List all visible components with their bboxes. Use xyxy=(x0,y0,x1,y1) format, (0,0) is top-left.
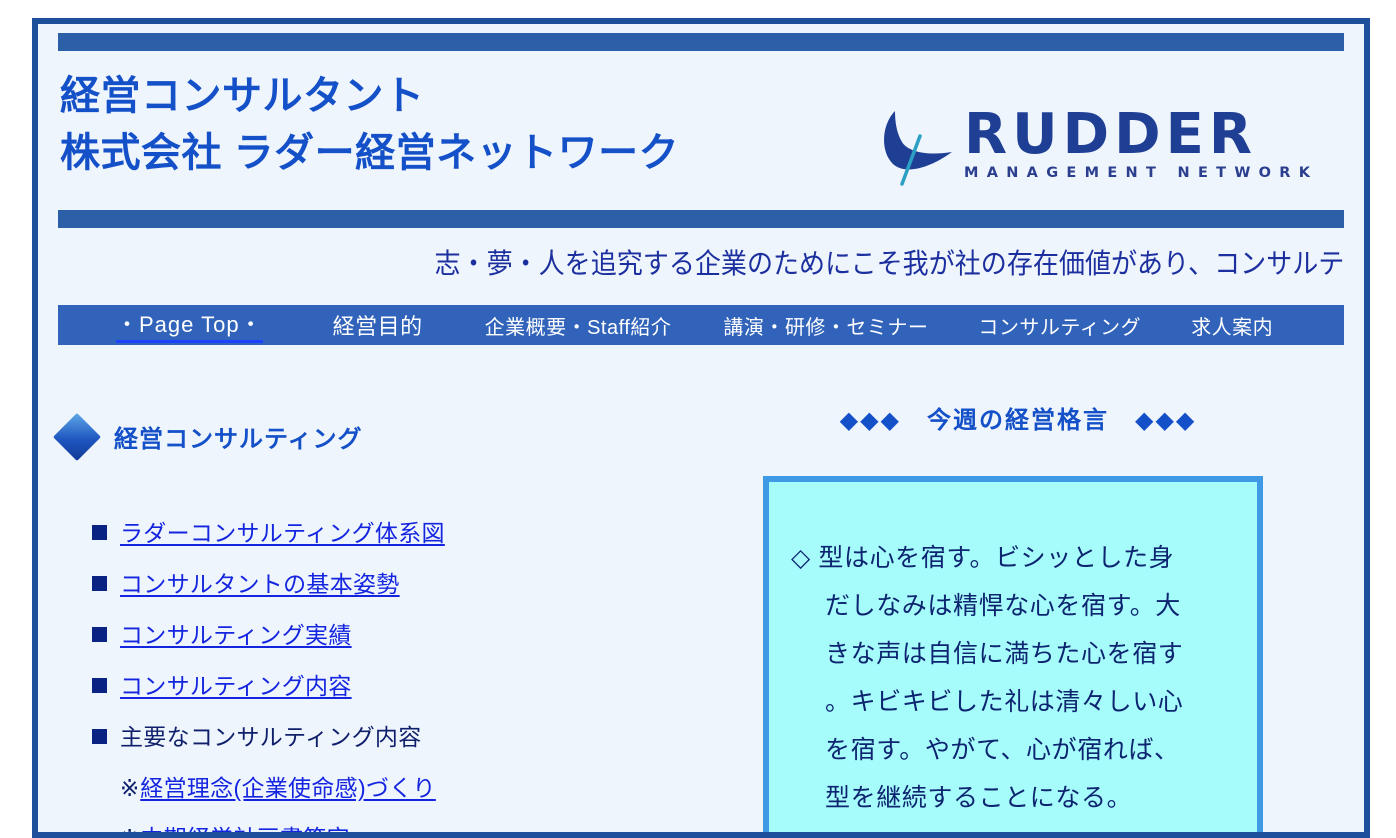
link-consulting-achievements[interactable]: コンサルティング実績 xyxy=(120,616,352,650)
nav-item-recruit[interactable]: 求人案内 xyxy=(1191,311,1273,340)
quote-line: だしなみは精悍な心を宿す。大 xyxy=(825,592,1181,620)
section-heading: 経営コンサルティング xyxy=(52,412,363,461)
logo-text-group: RUDDER MANAGEMENT NETWORK xyxy=(964,106,1348,181)
nav-item-seminar[interactable]: 講演・研修・セミナー xyxy=(723,311,928,340)
nav-item-company-profile[interactable]: 企業概要・Staff紹介 xyxy=(485,311,672,340)
rudder-sail-icon xyxy=(884,111,952,186)
text-main-consulting-content: 主要なコンサルティング内容 xyxy=(120,724,422,750)
quote-line: ◇ 型は心を宿す。ビシッとした身 xyxy=(791,544,1175,572)
decorative-bar-top xyxy=(58,33,1344,51)
reference-mark-icon: ※ xyxy=(120,825,140,838)
diamond-icon xyxy=(52,412,102,461)
logo-wordmark: RUDDER xyxy=(964,102,1257,167)
reference-mark-icon: ※ xyxy=(120,775,140,801)
list-item[interactable]: コンサルタントの基本姿勢 xyxy=(92,565,445,599)
main-navigation: ・Page Top・ 経営目的 企業概要・Staff紹介 講演・研修・セミナー … xyxy=(58,305,1344,345)
quote-line: きな声は自信に満ちた心を宿す xyxy=(825,640,1184,668)
link-midterm-plan[interactable]: 中期経営計画書策定 xyxy=(140,819,350,832)
square-bullet-icon xyxy=(92,525,107,540)
list-item[interactable]: コンサルティング内容 xyxy=(92,667,445,701)
list-item-sub[interactable]: ※ 中期経営計画書策定 xyxy=(120,819,445,838)
quote-line: 。キビキビした礼は清々しい心 xyxy=(825,688,1184,716)
quote-line: 型を継続することになる。 xyxy=(825,784,1133,812)
quote-line: を宿す。やがて、心が宿れば、 xyxy=(825,736,1180,764)
page-title-line-1: 経営コンサルタント xyxy=(60,74,425,118)
tagline-strip: 志・夢・人を追究する企業のためにこそ我が社の存在価値があり、コンサルテ xyxy=(58,236,1344,288)
list-item-sub[interactable]: ※ 経営理念(企業使命感)づくり xyxy=(120,769,445,803)
content-area: 経営コンサルティング ラダーコンサルティング体系図 コンサルタントの基本姿勢 コ… xyxy=(38,364,1364,832)
quote-text: ◇ 型は心を宿す。ビシッとした身 だしなみは精悍な心を宿す。大 きな声は自信に満… xyxy=(791,534,1227,822)
page-title-line-2: 株式会社 ラダー経営ネットワーク xyxy=(60,130,680,175)
link-consultant-basic-stance[interactable]: コンサルタントの基本姿勢 xyxy=(120,565,400,599)
page-frame: 経営コンサルタント 株式会社 ラダー経営ネットワーク RUDDER MANAGE… xyxy=(32,18,1370,838)
square-bullet-icon xyxy=(92,678,107,693)
square-bullet-icon xyxy=(92,729,107,744)
square-bullet-icon xyxy=(92,627,107,642)
list-item: 主要なコンサルティング内容 xyxy=(92,718,445,752)
list-item[interactable]: コンサルティング実績 xyxy=(92,616,445,650)
section-heading-text: 経営コンサルティング xyxy=(114,426,363,453)
nav-item-page-top[interactable]: ・Page Top・ xyxy=(116,307,263,343)
square-bullet-icon xyxy=(92,576,107,591)
nav-item-consulting[interactable]: コンサルティング xyxy=(978,311,1141,340)
site-logo[interactable]: RUDDER MANAGEMENT NETWORK xyxy=(868,106,1348,198)
logo-tagline: MANAGEMENT NETWORK xyxy=(964,165,1319,182)
tagline-text: 志・夢・人を追究する企業のためにこそ我が社の存在価値があり、コンサルテ xyxy=(434,248,1344,279)
list-item[interactable]: ラダーコンサルティング体系図 xyxy=(92,514,445,548)
page-inner: 経営コンサルタント 株式会社 ラダー経営ネットワーク RUDDER MANAGE… xyxy=(38,24,1364,832)
site-header: 経営コンサルタント 株式会社 ラダー経営ネットワーク RUDDER MANAGE… xyxy=(38,58,1364,208)
page-title: 経営コンサルタント 株式会社 ラダー経営ネットワーク xyxy=(60,68,679,182)
link-management-philosophy[interactable]: 経営理念(企業使命感)づくり xyxy=(140,769,436,803)
nav-item-management-purpose[interactable]: 経営目的 xyxy=(333,309,423,341)
link-consulting-system-chart[interactable]: ラダーコンサルティング体系図 xyxy=(120,514,445,548)
decorative-bar-middle xyxy=(58,210,1344,228)
weekly-quote-box: ◇ 型は心を宿す。ビシッとした身 だしなみは精悍な心を宿す。大 きな声は自信に満… xyxy=(763,476,1263,832)
quote-heading: ◆◆◆ 今週の経営格言 ◆◆◆ xyxy=(839,407,1197,434)
link-consulting-content[interactable]: コンサルティング内容 xyxy=(120,667,352,701)
consulting-link-list: ラダーコンサルティング体系図 コンサルタントの基本姿勢 コンサルティング実績 コ… xyxy=(92,514,445,838)
